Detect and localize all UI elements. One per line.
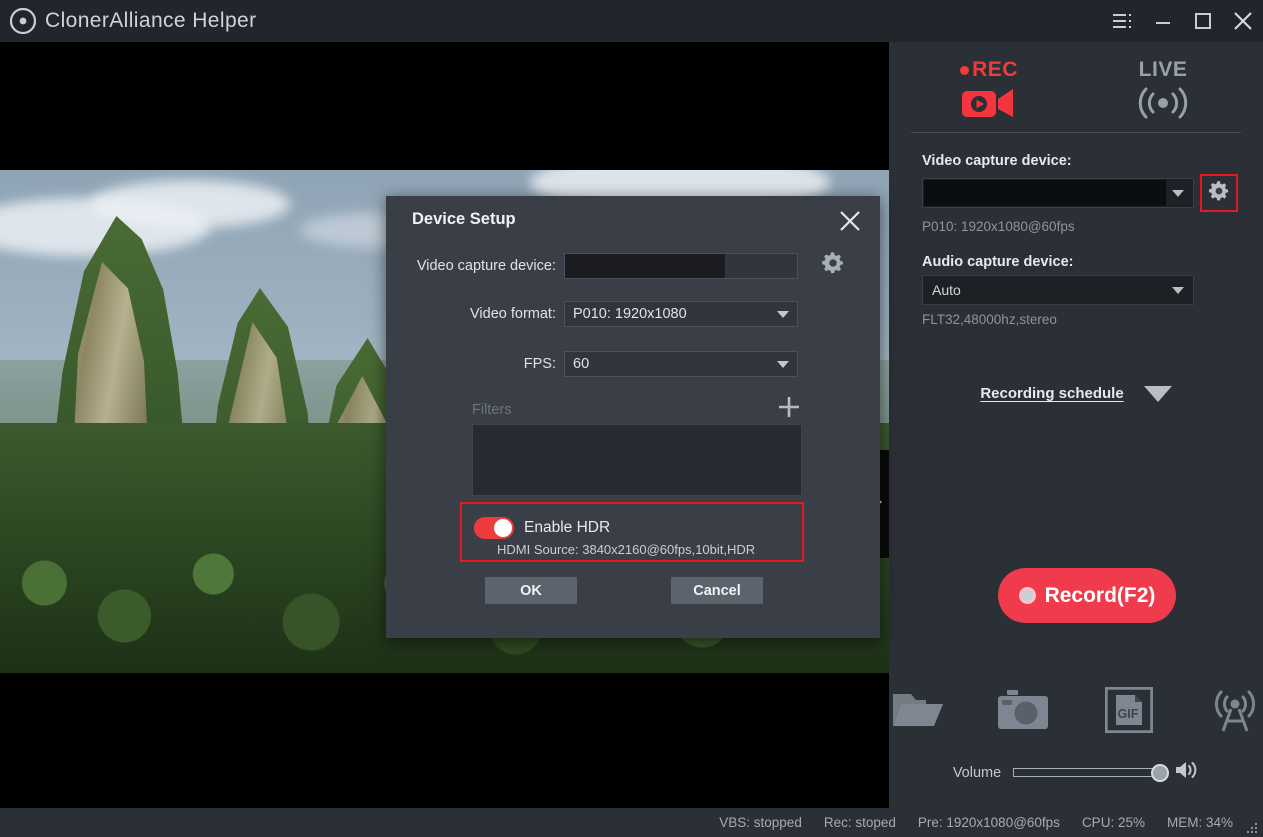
volume-slider[interactable] (1013, 763, 1170, 782)
chevron-down-icon (777, 361, 789, 368)
svg-text:GIF: GIF (1118, 707, 1139, 721)
dialog-video-device-row: Video capture device: (386, 250, 880, 281)
volume-slider-thumb[interactable] (1151, 763, 1170, 782)
dialog-title: Device Setup (412, 210, 516, 228)
dialog-fps-select[interactable]: 60 (564, 351, 798, 377)
title-bar: ClonerAlliance Helper (0, 0, 1263, 42)
dialog-video-format-value: P010: 1920x1080 (573, 306, 687, 322)
dialog-filters-label: Filters (472, 402, 512, 418)
broadcast-waves-icon (1132, 87, 1194, 124)
plus-icon[interactable] (776, 394, 802, 420)
audio-device-row: Auto (922, 275, 1263, 305)
tab-rec-label: REC (972, 58, 1018, 81)
status-mem: MEM: 34% (1166, 815, 1233, 830)
dialog-video-format-label: Video format: (470, 306, 556, 322)
volume-row: Volume (889, 758, 1263, 787)
tab-rec-label-wrap: REC (960, 58, 1018, 82)
gear-icon[interactable] (820, 250, 846, 281)
tab-rec[interactable]: REC (941, 58, 1037, 124)
toggle-knob (494, 519, 512, 537)
resize-grip-icon[interactable] (1247, 822, 1259, 834)
video-device-label: Video capture device: (922, 153, 1072, 169)
tab-live-label: LIVE (1138, 58, 1188, 81)
dialog-video-device-label: Video capture device: (416, 257, 556, 274)
broadcast-tower-icon[interactable] (1207, 682, 1263, 738)
mode-tabs: REC LIVE (889, 42, 1263, 124)
record-button[interactable]: Record(F2) (998, 568, 1176, 623)
record-dot-icon (1018, 587, 1036, 604)
dialog-video-device-field[interactable] (564, 252, 798, 279)
record-button-label: Record(F2) (1044, 583, 1156, 607)
ok-button[interactable]: OK (485, 577, 577, 604)
status-cpu: CPU: 25% (1081, 815, 1145, 830)
camera-snapshot-icon[interactable] (995, 682, 1051, 738)
clover-logo-icon (9, 7, 37, 35)
video-camera-record-icon (961, 85, 1017, 124)
recording-schedule-toggle[interactable]: Recording schedule (889, 385, 1263, 402)
action-icon-row: GIF (889, 682, 1263, 738)
speaker-volume-icon[interactable] (1173, 758, 1199, 787)
tab-live[interactable]: LIVE (1115, 58, 1211, 124)
dialog-video-format-select[interactable]: P010: 1920x1080 (564, 301, 798, 327)
close-icon[interactable] (1223, 0, 1263, 42)
cancel-button[interactable]: Cancel (671, 577, 763, 604)
dialog-filters-list[interactable] (472, 424, 802, 496)
chevron-down-icon (1172, 287, 1184, 294)
chevron-down-icon (777, 311, 789, 318)
audio-device-select[interactable]: Auto (922, 275, 1194, 305)
video-device-settings-button[interactable] (1200, 174, 1238, 212)
app-title: ClonerAlliance Helper (45, 9, 257, 32)
dialog-fps-label: FPS: (523, 356, 556, 372)
maximize-icon[interactable] (1183, 0, 1223, 42)
dialog-fps-value: 60 (573, 356, 590, 372)
enable-hdr-label: Enable HDR (524, 519, 611, 536)
status-vbs: VBS: stopped (719, 815, 802, 830)
volume-label: Volume (952, 764, 1002, 781)
folder-icon[interactable] (889, 682, 945, 738)
gif-file-icon[interactable]: GIF (1101, 682, 1157, 738)
close-icon[interactable] (834, 205, 866, 237)
recording-schedule-link[interactable]: Recording schedule (980, 385, 1123, 402)
minimize-icon[interactable] (1143, 0, 1183, 42)
audio-device-hint: FLT32,48000hz,stereo (922, 312, 1057, 327)
chevron-down-icon[interactable] (1143, 385, 1172, 402)
gear-icon (1207, 179, 1231, 208)
video-device-row (922, 174, 1263, 212)
enable-hdr-toggle[interactable] (474, 517, 514, 539)
device-setup-dialog: Device Setup Video capture device: Video… (386, 196, 880, 638)
dialog-video-device-value-mask (565, 253, 725, 278)
chevron-down-icon (1172, 190, 1184, 197)
video-device-hint: P010: 1920x1080@60fps (922, 219, 1075, 234)
video-device-value-mask (924, 180, 1166, 206)
rec-dot-icon (960, 65, 970, 75)
dialog-hdr-section: Enable HDR HDMI Source: 3840x2160@60fps,… (460, 502, 804, 562)
status-bar: VBS: stopped Rec: stoped Pre: 1920x1080@… (0, 808, 1263, 837)
status-rec: Rec: stoped (823, 815, 896, 830)
audio-device-label: Audio capture device: (922, 254, 1074, 270)
dialog-fps-row: FPS: 60 (386, 351, 880, 377)
dialog-video-format-row: Video format: P010: 1920x1080 (386, 301, 880, 327)
hdmi-source-info: HDMI Source: 3840x2160@60fps,10bit,HDR (497, 542, 756, 557)
hamburger-menu-icon[interactable] (1103, 0, 1143, 42)
tabs-divider (911, 132, 1241, 133)
window-controls (1103, 0, 1263, 42)
status-pre: Pre: 1920x1080@60fps (917, 815, 1060, 830)
video-device-select[interactable] (922, 178, 1194, 208)
audio-device-value: Auto (932, 282, 961, 298)
application-window: ClonerAlliance Helper REC LIVE Video cap… (0, 0, 1263, 837)
